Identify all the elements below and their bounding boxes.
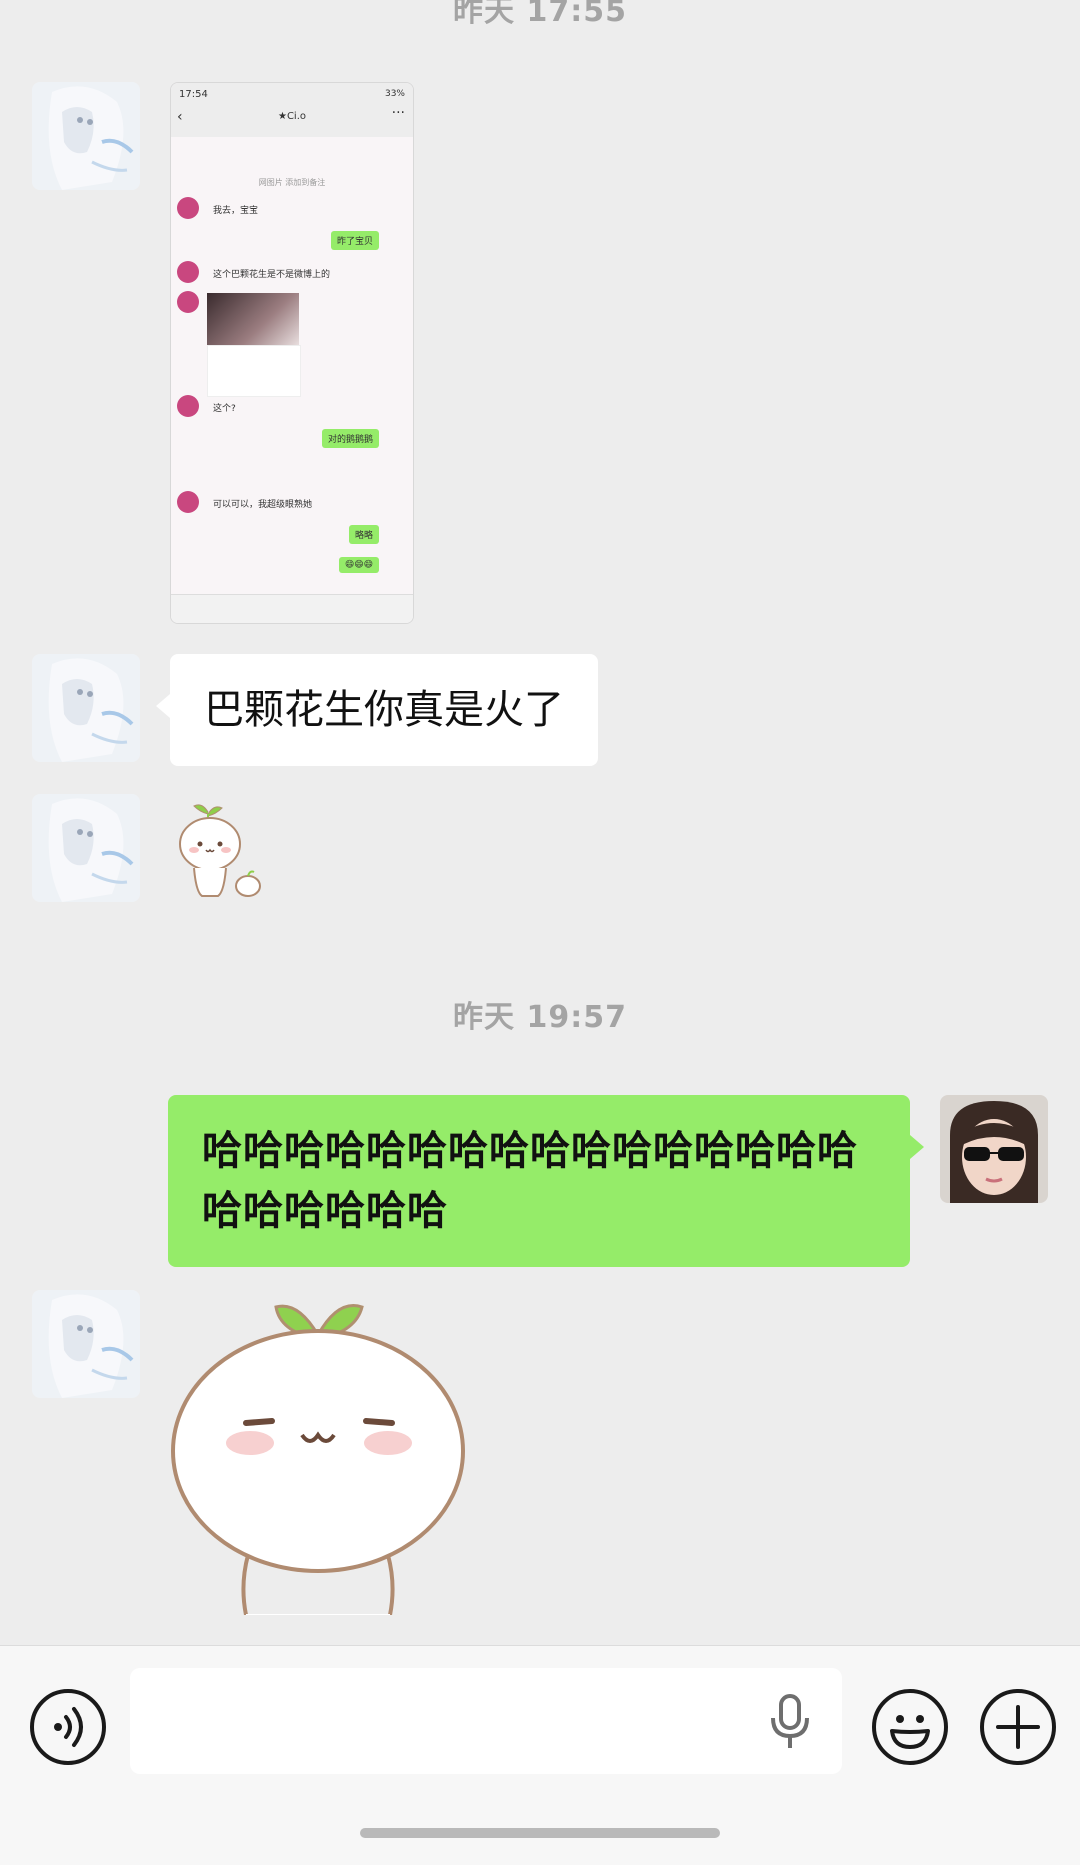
thumb-msg: 昨了宝贝: [171, 229, 413, 257]
thumb-msg: 可以可以，我超级眼熟她: [171, 491, 413, 519]
thumb-msg: 😄😄😄: [171, 557, 413, 585]
message-input[interactable]: [130, 1668, 842, 1774]
timestamp: 昨天 17:55: [453, 0, 627, 29]
thumb-more-icon: ···: [391, 105, 405, 121]
thumb-msg-text: 😄😄😄: [338, 557, 379, 573]
thumb-avatar: [177, 395, 199, 417]
thumb-shared-photo: [207, 293, 299, 345]
thumb-msg-text: 我去，宝宝: [213, 206, 259, 216]
thumb-input-bar: [171, 594, 413, 623]
plus-icon[interactable]: [980, 1689, 1056, 1765]
input-bar: [0, 1645, 1080, 1865]
microphone-icon[interactable]: [768, 1694, 812, 1754]
contact-avatar[interactable]: [32, 794, 140, 902]
timestamp: 昨天 19:57: [453, 1000, 627, 1035]
contact-avatar[interactable]: [32, 1290, 140, 1398]
thumb-msg-text: 对的鹅鹅鹅: [321, 429, 379, 448]
thumb-battery: 33%: [384, 89, 405, 99]
thumb-msg-text: 这个巴颗花生是不是微博上的: [213, 270, 331, 280]
thumb-avatar: [177, 197, 199, 219]
thumb-avatar: [177, 491, 199, 513]
contact-avatar[interactable]: [32, 82, 140, 190]
thumb-msg-text: 昨了宝贝: [330, 231, 379, 250]
thumb-system-note: 网图片 添加到备注: [258, 178, 326, 187]
thumb-msg-text: 这个?: [213, 404, 236, 414]
thumb-msg-text: 略略: [348, 525, 379, 544]
sticker-sprout-small[interactable]: [178, 800, 278, 914]
thumb-msg: 略略: [171, 525, 413, 553]
thumb-avatar: [177, 291, 199, 313]
thumb-msg: 这个?: [171, 395, 413, 423]
voice-icon[interactable]: [30, 1689, 106, 1765]
thumb-msg: 我去，宝宝: [171, 197, 413, 225]
thumb-msg: 这个巴颗花生是不是微博上的: [171, 261, 413, 289]
my-avatar[interactable]: [940, 1095, 1048, 1203]
thumb-msg: 对的鹅鹅鹅: [171, 427, 413, 455]
chat-area: 昨天 17:55 17:54 33% ‹ ★Ci.o ··· 网图片 添加到备注…: [0, 0, 1080, 1645]
thumb-shared-card: [207, 345, 301, 397]
thumb-title: ★Ci.o: [277, 111, 307, 122]
thumb-time: 17:54: [179, 89, 208, 100]
message-bubble-outgoing[interactable]: 哈哈哈哈哈哈哈哈哈哈哈哈哈哈哈哈哈哈哈哈哈哈: [168, 1095, 924, 1267]
emoji-icon[interactable]: [872, 1689, 948, 1765]
chat-screenshot-image[interactable]: 17:54 33% ‹ ★Ci.o ··· 网图片 添加到备注 我去，宝宝 昨了…: [170, 82, 414, 624]
thumb-avatar: [177, 261, 199, 283]
home-indicator[interactable]: [360, 1828, 720, 1838]
thumb-header: 17:54 33% ‹ ★Ci.o ···: [171, 83, 413, 137]
contact-avatar[interactable]: [32, 654, 140, 762]
sticker-sprout-large[interactable]: [168, 1285, 468, 1619]
message-bubble-incoming[interactable]: 巴颗花生你真是火了: [156, 654, 598, 766]
thumb-msg-text: 可以可以，我超级眼熟她: [213, 500, 313, 510]
